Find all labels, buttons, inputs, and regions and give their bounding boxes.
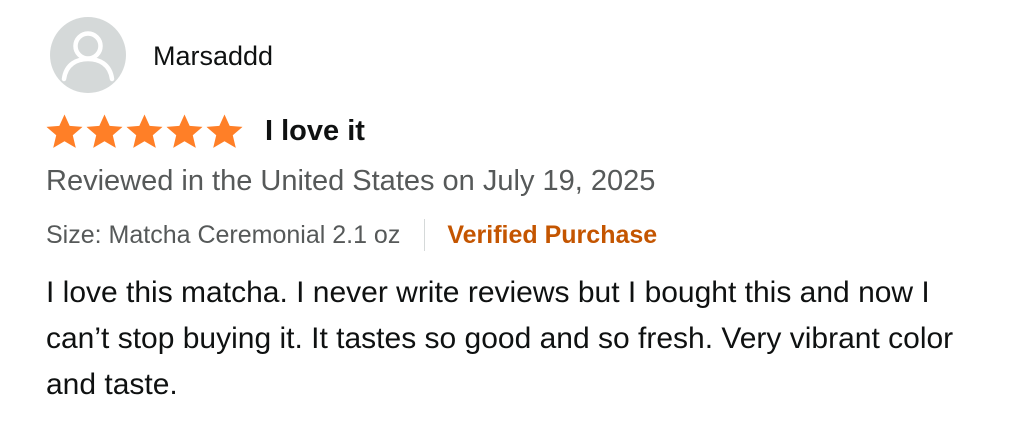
avatar[interactable] [50, 17, 126, 93]
star-icon [126, 113, 163, 148]
star-icon [86, 113, 123, 148]
star-rating[interactable] [45, 113, 245, 150]
rating-row: I love it [45, 111, 365, 151]
default-user-avatar-icon [61, 31, 115, 82]
review-meta: Size: Matcha Ceremonial 2.1 oz Verified … [46, 215, 657, 255]
reviewer-name[interactable]: Marsaddd [153, 41, 273, 70]
review-date: Reviewed in the United States on July 19… [46, 165, 656, 197]
verified-purchase-badge: Verified Purchase [447, 220, 658, 249]
star-icon [206, 113, 243, 148]
reviewer-profile[interactable]: Marsaddd [50, 17, 273, 93]
customer-review: Marsaddd I love it Reviewed in the Unite… [0, 0, 1010, 426]
review-title[interactable]: I love it [265, 116, 365, 146]
product-variant-link[interactable]: Size: Matcha Ceremonial 2.1 oz [46, 221, 400, 250]
star-icon [166, 113, 203, 148]
review-body: I love this matcha. I never write review… [46, 276, 954, 401]
divider [424, 219, 426, 251]
star-icon [46, 113, 83, 148]
